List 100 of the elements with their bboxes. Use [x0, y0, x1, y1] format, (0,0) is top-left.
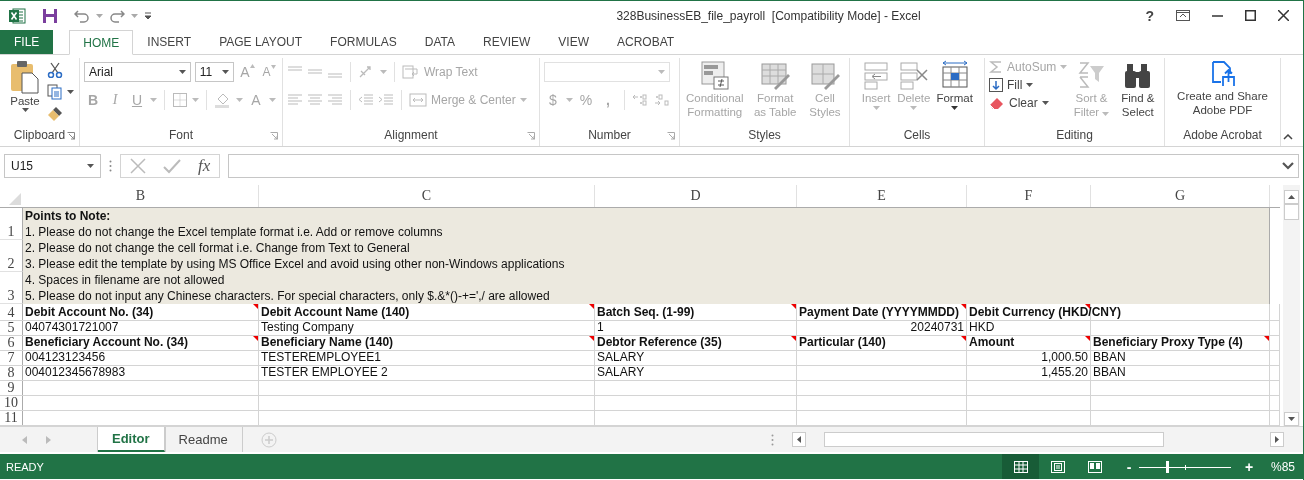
caret-icon	[519, 98, 527, 102]
column-header[interactable]: G	[1091, 185, 1270, 207]
select-all-icon[interactable]	[9, 193, 21, 205]
status-text: READY	[6, 460, 44, 473]
ribbon-command-button[interactable]: Clear	[989, 96, 1068, 110]
close-icon[interactable]	[1278, 10, 1289, 21]
copy-icon[interactable]	[47, 84, 63, 100]
view-button[interactable]	[1002, 454, 1039, 479]
ribbon-command-button[interactable]: Fill	[989, 78, 1068, 92]
font-size-field[interactable]: 11	[194, 62, 235, 82]
column-label: Beneficiary Name (140)	[261, 335, 394, 349]
ribbon-tab[interactable]: ACROBAT	[603, 30, 689, 54]
format-painter-icon[interactable]	[47, 106, 63, 122]
add-sheet-icon[interactable]	[260, 431, 277, 448]
table-cell: TESTER EMPLOYEE 2	[261, 365, 388, 379]
customize-toolbar-icon[interactable]	[144, 11, 152, 20]
group-label: Styles	[748, 128, 781, 142]
slider-thumb[interactable]	[1165, 460, 1169, 473]
row-header[interactable]: 4	[0, 304, 23, 320]
row-header[interactable]: 5	[0, 321, 23, 335]
drag-handle-icon[interactable]	[771, 433, 774, 446]
help-button[interactable]: ?	[1145, 7, 1154, 24]
ribbon-command-button[interactable]: Format	[934, 60, 975, 110]
increase-decimal-icon[interactable]	[632, 93, 650, 107]
ribbon-tab[interactable]: DATA	[410, 30, 469, 54]
next-sheet-icon[interactable]	[46, 435, 52, 444]
align-left-icon[interactable]	[287, 93, 303, 107]
increase-indent-icon[interactable]	[378, 93, 394, 107]
column-header[interactable]: E	[797, 185, 967, 207]
undo-icon[interactable]	[74, 8, 90, 23]
zoom-slider[interactable]	[1139, 460, 1231, 473]
number-format-dropdown[interactable]	[544, 62, 670, 82]
ribbon-tab[interactable]: FORMULAS	[316, 30, 411, 54]
table-cell: BBAN	[1093, 350, 1126, 364]
scroll-down-icon[interactable]	[1284, 412, 1299, 426]
scroll-thumb[interactable]	[824, 432, 1164, 447]
ribbon-tab[interactable]: REVIEW	[469, 30, 545, 54]
file-tab[interactable]: FILE	[0, 30, 54, 54]
scissors-icon[interactable]	[47, 62, 63, 78]
column-header[interactable]: D	[595, 185, 797, 207]
cell-style-icon	[809, 60, 840, 90]
group-label: Clipboard	[13, 128, 66, 142]
group-label: Adobe Acrobat	[1183, 128, 1262, 142]
ribbon-command-button[interactable]: Find & Select	[1115, 60, 1160, 126]
caret-icon	[566, 98, 573, 102]
dialog-launcher-icon[interactable]	[527, 132, 535, 140]
scroll-thumb[interactable]	[1284, 204, 1299, 220]
cancel-icon[interactable]	[129, 158, 146, 174]
column-label: Payment Date (YYYYMMDD)	[799, 305, 960, 319]
row-header[interactable]: 8	[0, 366, 23, 380]
dialog-launcher-icon[interactable]	[667, 132, 675, 140]
ribbon-tab[interactable]: PAGE LAYOUT	[205, 30, 317, 54]
borders-icon[interactable]	[172, 92, 188, 108]
ribbon-tab[interactable]: VIEW	[544, 30, 603, 54]
row-header[interactable]: 11	[0, 411, 23, 425]
column-header[interactable]: F	[967, 185, 1091, 207]
ribbon-display-icon[interactable]	[1176, 10, 1190, 21]
formula-field[interactable]	[228, 154, 1299, 178]
ribbon-tab[interactable]: INSERT	[133, 30, 206, 54]
dialog-launcher-icon[interactable]	[67, 132, 75, 140]
caret-icon	[21, 108, 29, 112]
create-pdf-button[interactable]: Create and Share Adobe PDF	[1169, 60, 1276, 117]
zoom-out-button[interactable]: -	[1121, 458, 1137, 475]
horizontal-scrollbar[interactable]	[792, 432, 1284, 447]
spreadsheet-app-icon[interactable]	[8, 6, 26, 25]
row-header[interactable]: 9	[0, 381, 23, 395]
decrease-decimal-icon[interactable]	[654, 93, 672, 107]
row-header[interactable]: 10	[0, 396, 23, 410]
row-header[interactable]: 6	[0, 336, 23, 350]
minimize-icon[interactable]	[1212, 14, 1223, 17]
decrease-indent-icon[interactable]	[358, 93, 374, 107]
drag-handle-icon[interactable]	[109, 160, 112, 172]
dialog-launcher-icon[interactable]	[270, 132, 278, 140]
row-header[interactable]: 7	[0, 351, 23, 365]
align-right-icon[interactable]	[327, 93, 343, 107]
document-share-icon	[1209, 60, 1236, 88]
previous-sheet-icon[interactable]	[22, 435, 28, 444]
scroll-left-icon[interactable]	[792, 432, 806, 447]
scroll-right-icon[interactable]	[1270, 432, 1284, 447]
paste-button[interactable]: Paste	[5, 60, 45, 112]
font-name-field[interactable]: Arial	[84, 62, 191, 82]
collapse-ribbon-icon[interactable]	[1283, 134, 1293, 140]
expand-icon[interactable]	[1282, 162, 1294, 170]
name-box[interactable]: U15	[4, 154, 101, 178]
maximize-icon[interactable]	[1245, 10, 1256, 21]
column-header[interactable]: B	[23, 185, 259, 207]
column-header[interactable]: C	[259, 185, 595, 207]
zoom-level[interactable]: %85	[1263, 459, 1303, 474]
zoom-in-button[interactable]: +	[1241, 458, 1257, 475]
sheet-tab[interactable]: Readme	[164, 427, 243, 452]
caret-icon	[178, 70, 186, 74]
insert-function-button[interactable]: fx	[198, 156, 211, 176]
sheet-tab[interactable]: Editor	[98, 427, 165, 452]
fill-color-icon[interactable]	[214, 92, 232, 108]
vertical-scrollbar[interactable]	[1283, 185, 1300, 426]
center-icon[interactable]	[307, 93, 323, 107]
redo-icon[interactable]	[109, 8, 125, 23]
ribbon-tab[interactable]: HOME	[69, 30, 134, 55]
checkmark-icon[interactable]	[162, 158, 181, 174]
scroll-up-icon[interactable]	[1284, 190, 1299, 204]
